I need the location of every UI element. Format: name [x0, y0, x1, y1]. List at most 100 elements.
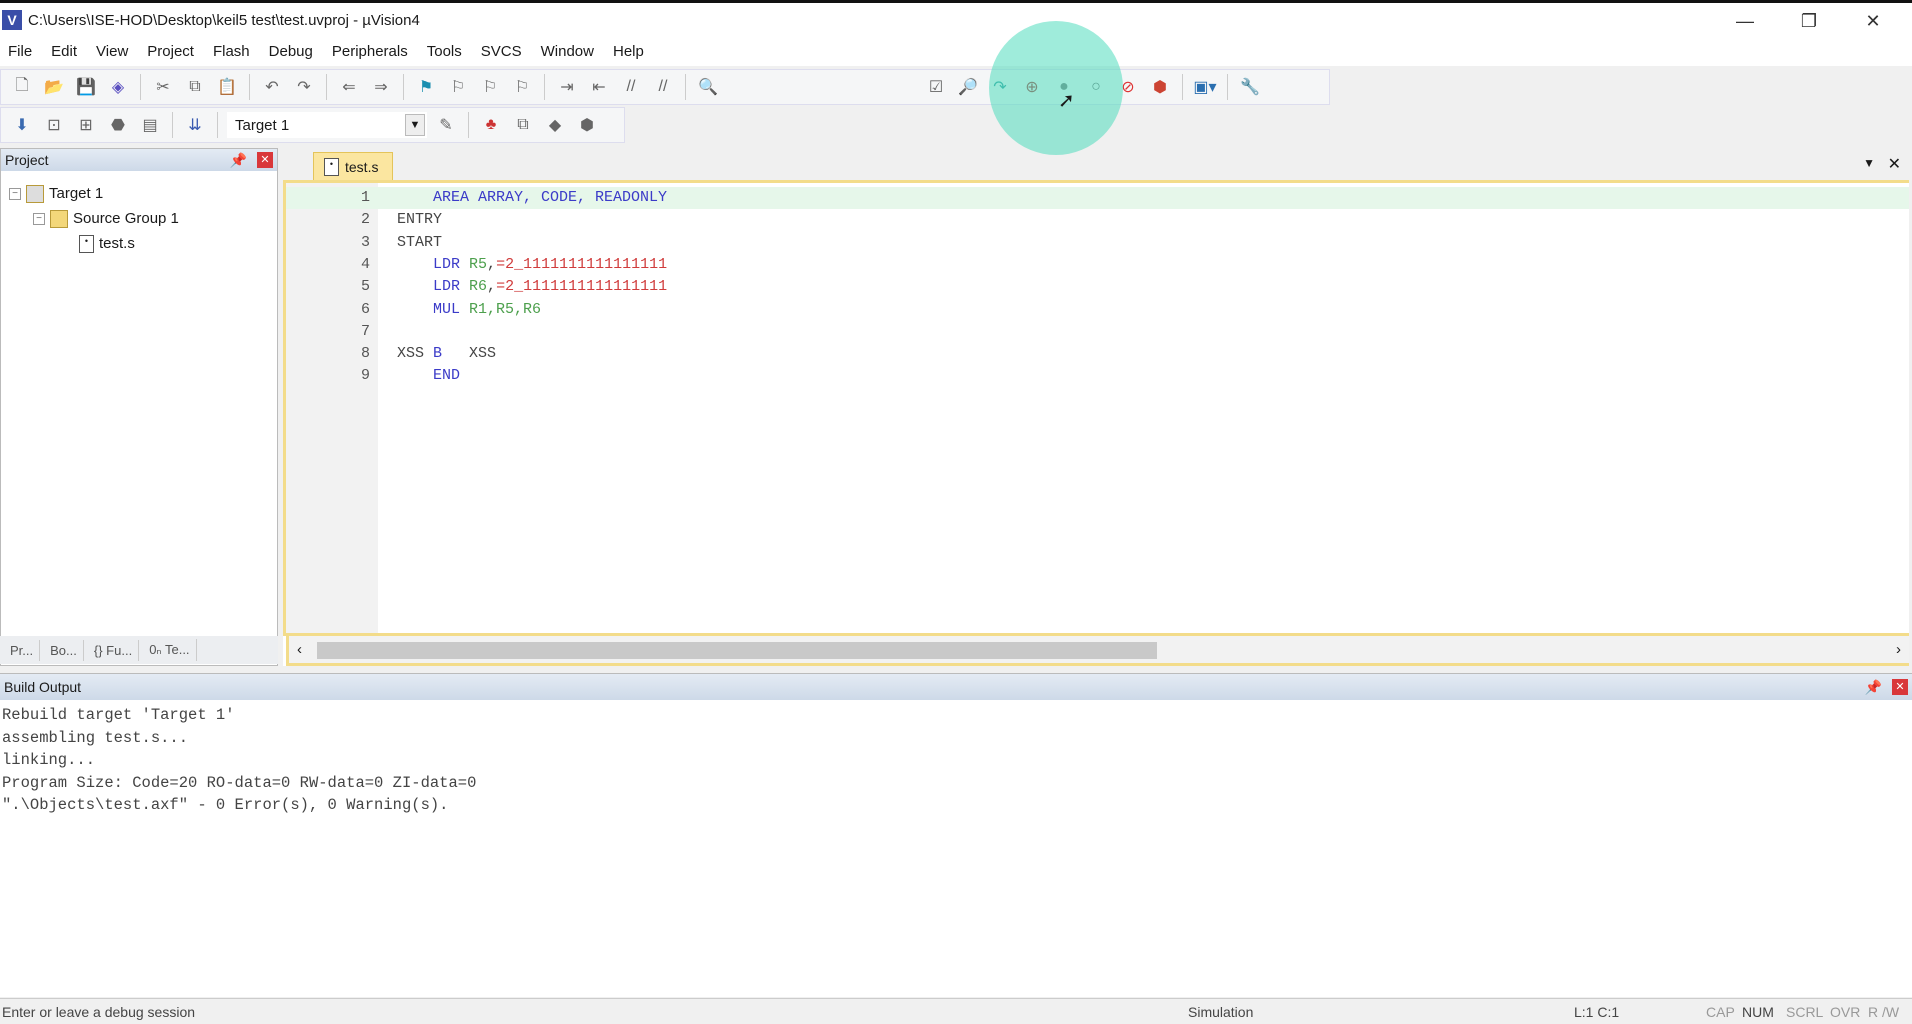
close-panel-button[interactable]: ✕ — [257, 152, 273, 168]
restore-button[interactable]: ❐ — [1786, 7, 1832, 35]
configure-icon[interactable]: 🔧 — [1237, 74, 1263, 100]
copy-icon[interactable]: ⧉ — [182, 74, 208, 100]
translate-icon[interactable]: ⬇ — [9, 112, 35, 138]
status-rw: R /W — [1868, 1004, 1900, 1020]
navigate-back-icon[interactable]: ⇐ — [336, 74, 362, 100]
select-packs-icon[interactable]: ⧉ — [510, 112, 536, 138]
collapse-icon[interactable]: − — [33, 212, 45, 225]
tree-item-group[interactable]: − Source Group 1 — [9, 206, 277, 231]
project-panel-title: Project — [5, 152, 49, 168]
navigate-forward-icon[interactable]: ⇒ — [368, 74, 394, 100]
pin-icon[interactable]: 📌 — [1865, 679, 1882, 696]
project-panel-tabs: Pr... Bo...{} Fu... 0ₙ Te... — [0, 636, 278, 664]
comment-icon[interactable]: // — [618, 74, 644, 100]
unindent-icon[interactable]: ⇤ — [586, 74, 612, 100]
target-options-icon[interactable]: ✎ — [433, 112, 459, 138]
cut-icon[interactable]: ✂ — [150, 74, 176, 100]
code-token: XSS — [397, 345, 434, 363]
menu-project[interactable]: Project — [147, 43, 194, 60]
diamond-icon[interactable]: ◆ — [542, 112, 568, 138]
find-icon[interactable]: 🔎 — [955, 74, 981, 100]
code-line: 2 ENTRY — [286, 209, 1909, 231]
code-token: START — [397, 233, 443, 251]
minimize-button[interactable]: — — [1722, 7, 1768, 35]
scrollbar-thumb[interactable] — [317, 642, 1157, 659]
code-area[interactable]: 1 AREA ARRAY, CODE, READONLY 2 ENTRY 3 START… — [283, 180, 1909, 636]
next-bookmark-icon[interactable]: ⚐ — [477, 74, 503, 100]
save-icon[interactable]: 💾 — [73, 74, 99, 100]
editor-tab-test-s[interactable]: • test.s — [313, 152, 393, 180]
chevron-down-icon[interactable]: ▼ — [405, 114, 425, 136]
project-tab-0[interactable]: Pr... — [4, 639, 41, 661]
code-token: R1,R5,R6 — [469, 300, 542, 318]
close-tab-icon[interactable]: ✕ — [1888, 154, 1901, 174]
menu-debug[interactable]: Debug — [269, 43, 313, 60]
menu-edit[interactable]: Edit — [51, 43, 77, 60]
editor: • test.s ▼ ✕ 1 AREA ARRAY, CODE, READONLY… — [283, 150, 1909, 666]
uncomment-icon[interactable]: // — [650, 74, 676, 100]
batch-build-icon[interactable]: ⬣ — [105, 112, 131, 138]
menu-svcs[interactable]: SVCS — [481, 43, 522, 60]
window-layout-icon[interactable]: ▣▾ — [1192, 74, 1218, 100]
tree-item-target[interactable]: − Target 1 — [9, 181, 277, 206]
project-tab-3[interactable]: 0ₙ Te... — [143, 639, 197, 661]
menu-flash[interactable]: Flash — [213, 43, 250, 60]
scroll-right-icon[interactable]: › — [1896, 641, 1901, 658]
menu-window[interactable]: Window — [541, 43, 594, 60]
build-output-line: linking... — [2, 751, 96, 769]
close-panel-button[interactable]: ✕ — [1892, 679, 1908, 695]
project-tab-2[interactable]: {} Fu... — [88, 639, 140, 661]
download-icon[interactable]: ⇊ — [182, 112, 208, 138]
pin-icon[interactable]: 📌 — [230, 152, 247, 169]
incremental-find-icon[interactable]: ☑ — [923, 74, 949, 100]
line-code: AREA ARRAY, CODE, READONLY — [397, 187, 667, 209]
rebuild-icon[interactable]: ⊞ — [73, 112, 99, 138]
code-token: LDR — [433, 278, 470, 296]
collapse-icon[interactable]: − — [9, 187, 21, 200]
open-file-icon[interactable]: 📂 — [41, 74, 67, 100]
disable-all-breakpoints-icon[interactable]: ⬢ — [1147, 74, 1173, 100]
menu-view[interactable]: View — [96, 43, 128, 60]
indent-icon[interactable]: ⇥ — [554, 74, 580, 100]
line-code: MUL R1,R5,R6 — [397, 299, 541, 321]
stop-build-icon[interactable]: ▤ — [137, 112, 163, 138]
status-cursor-position: L:1 C:1 — [1574, 1004, 1620, 1020]
bookmark-icon[interactable]: ⚑ — [413, 74, 439, 100]
menu-peripherals[interactable]: Peripherals — [332, 43, 408, 60]
status-scrl: SCRL — [1786, 1004, 1824, 1020]
status-cap: CAP — [1706, 1004, 1735, 1020]
manage-components-icon[interactable]: ♣ — [478, 112, 504, 138]
title-bar: V C:\Users\ISE-HOD\Desktop\keil5 test\te… — [0, 0, 1912, 36]
menu-tools[interactable]: Tools — [427, 43, 462, 60]
save-all-icon[interactable]: ◈ — [105, 74, 131, 100]
code-token: LDR — [433, 255, 470, 273]
close-window-button[interactable]: ✕ — [1850, 7, 1896, 35]
prev-bookmark-icon[interactable]: ⚐ — [445, 74, 471, 100]
menu-file[interactable]: File — [8, 43, 32, 60]
menu-help[interactable]: Help — [613, 43, 644, 60]
build-icon[interactable]: ⊡ — [41, 112, 67, 138]
scroll-left-icon[interactable]: ‹ — [297, 641, 302, 658]
line-number: 9 — [360, 367, 370, 385]
new-file-icon[interactable]: 🗋 — [9, 74, 35, 100]
clear-bookmarks-icon[interactable]: ⚐ — [509, 74, 535, 100]
code-token: , — [487, 278, 497, 296]
paste-icon[interactable]: 📋 — [214, 74, 240, 100]
line-number: 6 — [360, 300, 370, 318]
redo-icon[interactable]: ↷ — [291, 74, 317, 100]
undo-icon[interactable]: ↶ — [259, 74, 285, 100]
tree-item-file[interactable]: • test.s — [9, 231, 277, 256]
horizontal-scrollbar[interactable]: ‹ › — [286, 636, 1909, 666]
line-code: LDR R5,=2_1111111111111111 — [397, 254, 667, 276]
tab-list-dropdown-icon[interactable]: ▼ — [1863, 156, 1875, 170]
find-in-files-icon[interactable]: 🔍 — [695, 74, 721, 100]
build-output-line: ".\Objects\test.axf" - 0 Error(s), 0 War… — [2, 796, 449, 814]
code-line: 7 — [286, 321, 1909, 343]
project-tab-1[interactable]: Bo... — [44, 639, 84, 661]
tree-label: test.s — [99, 235, 135, 252]
target-select[interactable]: Target 1 ▼ — [227, 112, 427, 138]
pack-installer-icon[interactable]: ⬢ — [574, 112, 600, 138]
status-bar: Enter or leave a debug session Simulatio… — [0, 998, 1912, 1024]
build-toolbar: ⬇ ⊡ ⊞ ⬣ ▤ ⇊ Target 1 ▼ ✎ ♣ ⧉ ◆ ⬢ — [0, 107, 625, 143]
